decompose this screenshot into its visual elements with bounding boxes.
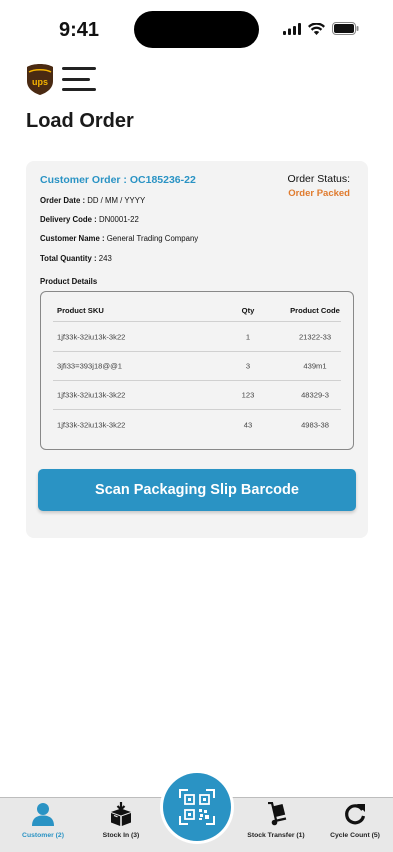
order-date-label: Order Date : [40,196,86,205]
wifi-icon [308,22,325,35]
status-icons [283,22,359,35]
table-row[interactable]: 1jf33k-32iu13k-3k22 123 48329-3 [53,381,341,410]
nav-item-stock-transfer[interactable]: Stock Transfer (1) [236,802,316,839]
customer-name-label: Customer Name : [40,234,105,243]
refresh-icon [345,804,366,825]
delivery-code-field: Delivery Code : DN0001-22 [40,215,139,224]
cell-qty: 123 [241,390,255,400]
product-details-heading: Product Details [40,277,98,286]
total-quantity-field: Total Quantity : 243 [40,254,112,263]
signal-icon [283,22,301,35]
ups-logo-icon: ups [27,63,53,95]
status-bar: 9:41 [0,0,393,58]
nav-label-stock-transfer: Stock Transfer (1) [247,832,305,839]
column-header-sku: Product SKU [57,306,104,315]
qr-scan-icon [179,789,215,825]
nav-label-cycle-count: Cycle Count (5) [330,832,380,839]
table-row[interactable]: 1jf33k-32iu13k-3k22 1 21322-33 [53,323,341,352]
cell-code: 4983-38 [301,420,329,429]
cell-sku: 1jf33k-32iu13k-3k22 [57,390,126,400]
scan-packaging-slip-button[interactable]: Scan Packaging Slip Barcode [38,469,356,511]
order-status-badge: Order Packed [288,188,350,199]
nav-label-stock-in: Stock In (3) [102,832,140,839]
hand-truck-icon [268,802,287,826]
cell-code: 439m1 [303,361,327,371]
person-icon [32,803,54,826]
table-row[interactable]: 3jfi33=393j18@@1 3 439m1 [53,352,341,381]
delivery-code-value: DN0001-22 [98,215,139,224]
customer-name-value: General Trading Company [106,234,199,243]
dynamic-island [134,11,259,48]
cell-sku: 1jf33k-32iu13k-3k22 [57,420,126,429]
customer-name-field: Customer Name : General Trading Company [40,234,198,243]
cell-qty: 43 [243,420,253,429]
page-title: Load Order [26,110,134,132]
battery-icon [332,22,359,35]
cell-code: 48329-3 [301,390,329,400]
app-header: ups [26,62,96,96]
nav-item-cycle-count[interactable]: Cycle Count (5) [315,802,393,839]
order-status-label: Order Status: [287,173,350,185]
column-header-code: Product Code [290,306,340,315]
nav-item-stock-in[interactable]: Stock In (3) [81,802,161,839]
order-date-field: Order Date : DD / MM / YYYY [40,196,145,205]
cell-code: 21322-33 [298,332,332,342]
cell-qty: 1 [245,332,251,342]
total-quantity-label: Total Quantity : [40,254,97,263]
customer-order-id[interactable]: Customer Order : OC185236-22 [40,174,196,186]
qr-scan-button[interactable] [163,773,231,841]
nav-item-customer[interactable]: Customer (2) [3,798,89,851]
column-header-qty: Qty [241,306,255,315]
table-row[interactable]: 1jf33k-32iu13k-3k22 43 4983-38 [53,410,341,439]
cell-qty: 3 [245,361,251,371]
cell-sku: 3jfi33=393j18@@1 [57,361,123,371]
order-card: Customer Order : OC185236-22 Order Statu… [26,161,368,538]
delivery-code-label: Delivery Code : [40,215,97,224]
product-table: Product SKU Qty Product Code 1jf33k-32iu… [40,291,354,450]
box-in-icon [111,802,131,826]
order-date-value: DD / MM / YYYY [87,196,146,205]
status-time: 9:41 [59,19,100,41]
total-quantity-value: 243 [98,254,112,263]
svg-text:ups: ups [32,77,48,87]
hamburger-menu-icon[interactable] [62,67,96,91]
cell-sku: 1jf33k-32iu13k-3k22 [57,332,126,342]
nav-label-customer: Customer (2) [22,832,64,839]
table-header: Product SKU Qty Product Code [53,304,341,322]
